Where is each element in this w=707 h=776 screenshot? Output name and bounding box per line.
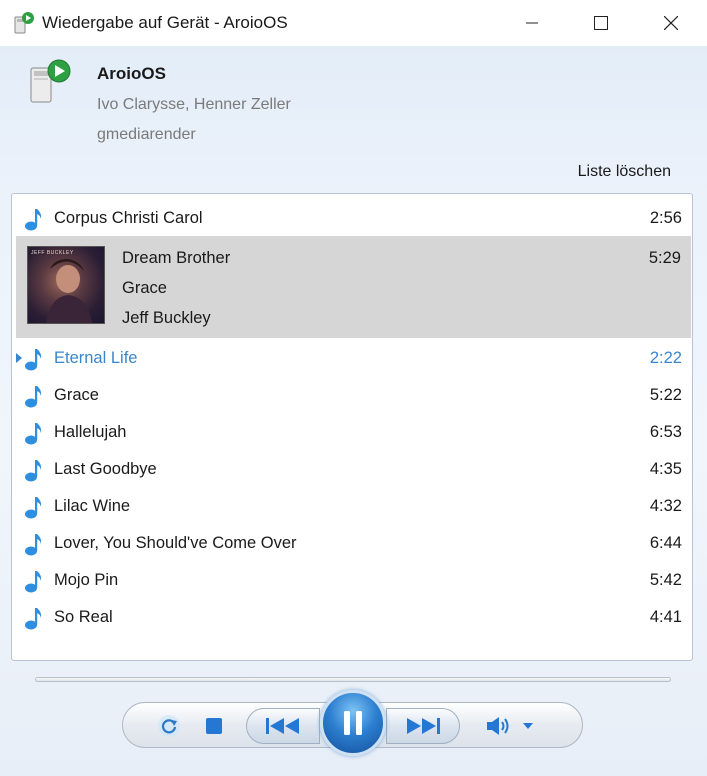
repeat-icon <box>158 715 180 737</box>
music-note-icon <box>25 460 42 482</box>
close-icon <box>664 16 678 30</box>
playlist-item[interactable]: Grace 5:22 <box>12 376 692 413</box>
next-button[interactable] <box>386 708 460 744</box>
selected-track-duration: 5:29 <box>648 249 681 267</box>
selected-track[interactable]: JEFF BUCKLEY Dream Brother Grace Jeff Bu… <box>16 236 691 338</box>
track-duration: 2:56 <box>649 209 682 227</box>
music-note-icon <box>25 349 42 371</box>
track-duration: 6:53 <box>649 423 682 441</box>
seek-bar[interactable] <box>35 677 671 682</box>
music-note-icon <box>25 386 42 408</box>
next-icon <box>407 718 440 734</box>
playlist-item-playing[interactable]: Eternal Life 2:22 <box>12 339 692 376</box>
track-duration: 5:22 <box>649 386 682 404</box>
track-duration: 2:22 <box>649 349 682 367</box>
playlist-item[interactable]: So Real 4:41 <box>12 598 692 635</box>
stop-icon <box>206 718 222 734</box>
app-icon <box>14 12 34 34</box>
music-note-icon <box>25 423 42 445</box>
track-duration: 6:44 <box>649 534 682 552</box>
selected-track-album: Grace <box>122 279 167 297</box>
track-title: Corpus Christi Carol <box>54 209 203 227</box>
track-title: Last Goodbye <box>54 460 157 478</box>
track-title: Mojo Pin <box>54 571 119 589</box>
maximize-button[interactable] <box>566 0 636 46</box>
minimize-icon <box>526 22 538 24</box>
repeat-button[interactable] <box>155 712 183 740</box>
track-title: Grace <box>54 386 99 404</box>
dropdown-arrow-icon <box>523 723 533 729</box>
stop-button[interactable] <box>200 712 228 740</box>
track-title: Hallelujah <box>54 423 127 441</box>
track-title: Lilac Wine <box>54 497 131 515</box>
playlist[interactable]: Corpus Christi Carol 2:56 JEFF BUCKLEY D… <box>11 193 693 661</box>
selected-track-title: Dream Brother <box>122 249 231 267</box>
selected-track-artist: Jeff Buckley <box>122 309 211 327</box>
volume-icon <box>487 717 509 735</box>
playlist-item[interactable]: Last Goodbye 4:35 <box>12 450 692 487</box>
music-note-icon <box>25 608 42 630</box>
device-name: AroioOS <box>97 64 166 83</box>
track-duration: 5:42 <box>649 571 682 589</box>
pause-button[interactable] <box>320 690 386 756</box>
previous-icon <box>266 718 299 734</box>
album-art-figure <box>46 259 92 323</box>
close-button[interactable] <box>636 0 706 46</box>
clear-list-link[interactable]: Liste löschen <box>578 163 671 181</box>
music-note-icon <box>25 209 42 231</box>
window-title: Wiedergabe auf Gerät - AroioOS <box>42 13 288 32</box>
now-playing-marker <box>16 353 22 363</box>
minimize-button[interactable] <box>497 0 567 46</box>
playlist-item[interactable]: Lover, You Should've Come Over 6:44 <box>12 524 692 561</box>
playlist-item[interactable]: Corpus Christi Carol 2:56 <box>12 199 692 236</box>
media-device-icon <box>30 59 71 103</box>
volume-dropdown[interactable] <box>520 718 536 734</box>
pause-icon <box>344 711 362 735</box>
track-duration: 4:35 <box>649 460 682 478</box>
previous-button[interactable] <box>246 708 320 744</box>
track-title: So Real <box>54 608 113 626</box>
playlist-item[interactable]: Mojo Pin 5:42 <box>12 561 692 598</box>
volume-button[interactable] <box>484 714 516 738</box>
music-note-icon <box>25 497 42 519</box>
track-title: Lover, You Should've Come Over <box>54 534 297 552</box>
music-note-icon <box>25 571 42 593</box>
maximize-icon <box>594 16 608 30</box>
track-duration: 4:32 <box>649 497 682 515</box>
track-duration: 4:41 <box>649 608 682 626</box>
device-renderer: gmediarender <box>97 126 196 143</box>
album-cover: JEFF BUCKLEY <box>27 246 105 324</box>
playlist-item[interactable]: Hallelujah 6:53 <box>12 413 692 450</box>
music-note-icon <box>25 534 42 556</box>
playlist-item[interactable]: Lilac Wine 4:32 <box>12 487 692 524</box>
track-title: Eternal Life <box>54 349 138 367</box>
title-bar: Wiedergabe auf Gerät - AroioOS <box>0 0 707 46</box>
device-authors: Ivo Clarysse, Henner Zeller <box>97 96 291 113</box>
